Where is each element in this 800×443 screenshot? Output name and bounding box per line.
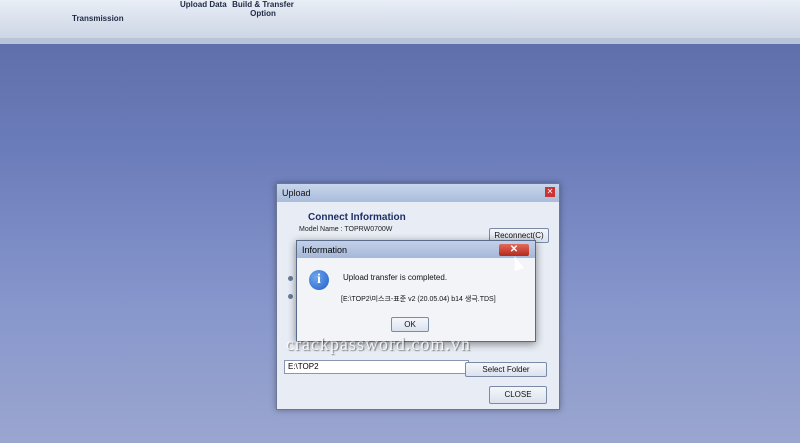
information-dialog-titlebar: Information ✕ xyxy=(297,241,535,258)
ok-button[interactable]: OK xyxy=(391,317,429,332)
close-icon[interactable]: ✕ xyxy=(499,244,529,256)
folder-path-field[interactable]: E:\TOP2 xyxy=(284,360,469,374)
watermark: crackpassword.com.vn xyxy=(286,334,471,354)
close-button[interactable]: CLOSE xyxy=(489,386,547,404)
ribbon-separator xyxy=(0,38,800,44)
model-name: Model Name : TOPRW0700W xyxy=(299,226,393,233)
radio-option[interactable] xyxy=(288,294,293,299)
info-message: Upload transfer is completed. xyxy=(343,273,448,282)
connect-info-title: Connect Information xyxy=(308,212,406,223)
select-folder-button[interactable]: Select Folder xyxy=(465,362,547,377)
radio-option[interactable] xyxy=(288,276,293,281)
ribbon-upload-data[interactable]: Upload Data xyxy=(180,0,227,9)
ribbon: Transmission Upload Data Build & Transfe… xyxy=(0,0,800,39)
info-file-path: [E:\TOP2\미스크-표준 v2 (20.05.04) b14 생극.TDS… xyxy=(341,296,496,303)
ribbon-transmission[interactable]: Transmission xyxy=(72,14,124,23)
close-icon[interactable]: ✕ xyxy=(545,187,555,197)
information-dialog: Information ✕ i Upload transfer is compl… xyxy=(296,240,536,342)
info-icon: i xyxy=(309,270,329,290)
upload-window-title: Upload xyxy=(282,188,311,198)
information-dialog-title: Information xyxy=(302,245,348,255)
ribbon-build-transfer-option[interactable]: Build & Transfer Option xyxy=(232,0,294,18)
upload-window-titlebar: Upload ✕ xyxy=(277,184,559,202)
